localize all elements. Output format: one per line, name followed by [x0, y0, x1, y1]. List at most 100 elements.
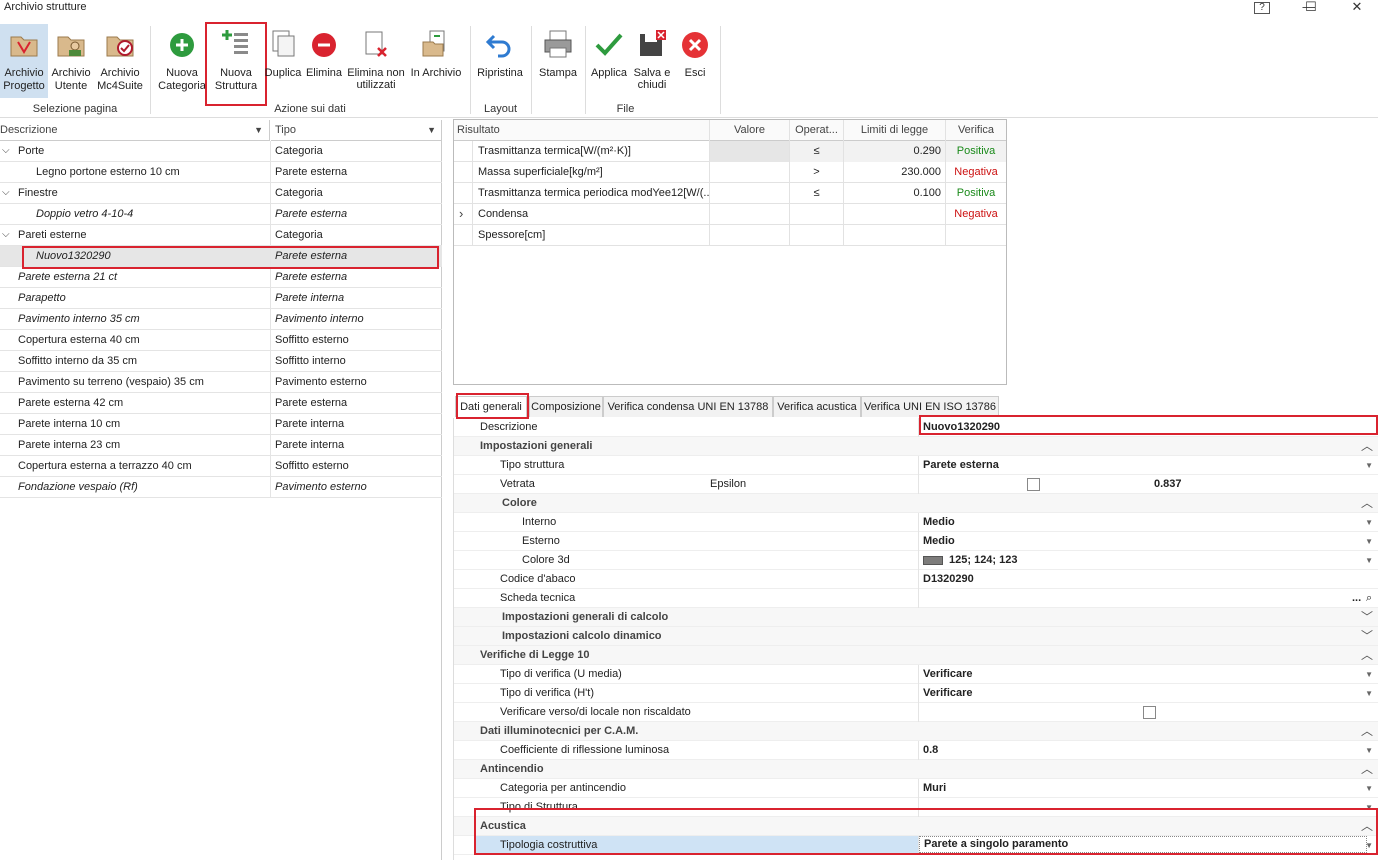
- tab-verifica-acustica[interactable]: Verifica acustica: [773, 396, 861, 417]
- prop-tipo-struttura[interactable]: Tipo struttura Parete esterna ▼: [454, 456, 1378, 475]
- prop-vetrata[interactable]: Vetrata Epsilon 0.837: [454, 475, 1378, 494]
- cell-tipo: Parete interna: [275, 292, 345, 304]
- chevron-down-icon[interactable]: ⌵: [2, 145, 10, 156]
- collapse-icon[interactable]: ︿: [1361, 722, 1373, 740]
- collapse-icon[interactable]: ︿: [1361, 494, 1373, 512]
- prop-codice-abaco[interactable]: Codice d'abaco D1320290: [454, 570, 1378, 589]
- expand-row-icon[interactable]: ›: [459, 204, 463, 224]
- cell-descrizione: Parete interna 23 cm: [18, 439, 121, 451]
- category-row[interactable]: ⌵ Finestre Categoria: [0, 183, 442, 204]
- column-divider: [270, 330, 271, 351]
- chevron-down-icon[interactable]: ⌵: [2, 229, 10, 240]
- section-antincendio[interactable]: Antincendio ︿: [454, 760, 1378, 779]
- table-row[interactable]: Soffitto interno da 35 cm Soffitto intern…: [0, 351, 442, 372]
- collapse-icon[interactable]: ︿: [1361, 437, 1373, 455]
- cell-tipo: Categoria: [275, 145, 323, 157]
- table-row[interactable]: Doppio vetro 4-10-4 Parete esterna: [0, 204, 442, 225]
- epsilon-value[interactable]: 0.837: [1154, 475, 1182, 493]
- table-row[interactable]: Copertura esterna a terrazzo 40 cm Soffit…: [0, 456, 442, 477]
- expand-icon[interactable]: ﹀: [1361, 627, 1373, 645]
- table-row[interactable]: Copertura esterna 40 cm Soffitto esterno: [0, 330, 442, 351]
- table-row[interactable]: Pavimento interno 35 cm Pavimento interno: [0, 309, 442, 330]
- dropdown-arrow-icon[interactable]: ▼: [1365, 685, 1373, 702]
- result-row[interactable]: › Condensa Negativa: [454, 204, 1006, 225]
- dropdown-arrow-icon[interactable]: ▼: [1365, 533, 1373, 550]
- table-row[interactable]: Parete esterna 21 ct Parete esterna: [0, 267, 442, 288]
- section-illuminotecnici[interactable]: Dati illuminotecnici per C.A.M. ︿: [454, 722, 1378, 741]
- filter-icon[interactable]: ▼: [427, 120, 436, 140]
- column-header-valore[interactable]: Valore: [710, 120, 790, 141]
- vetrata-checkbox[interactable]: [1027, 478, 1040, 491]
- collapse-icon[interactable]: ︿: [1361, 760, 1373, 778]
- help-button[interactable]: ?: [1254, 2, 1270, 14]
- cell-verifica: Positiva: [956, 187, 996, 199]
- result-row[interactable]: Massa superficiale[kg/m²] >230.000 Negativ…: [454, 162, 1006, 183]
- result-row[interactable]: Trasmittanza termica[W/(m²·K)] ≤0.290 Posi…: [454, 141, 1006, 162]
- dropdown-arrow-icon[interactable]: ▼: [1365, 552, 1373, 569]
- section-calcolo[interactable]: Impostazioni generali di calcolo ﹀: [454, 608, 1378, 627]
- row-indicator-divider: [472, 204, 473, 225]
- cell-operatore: [790, 225, 844, 246]
- dropdown-arrow-icon[interactable]: ▼: [1365, 742, 1373, 759]
- close-window-button[interactable]: ✕: [1342, 0, 1372, 16]
- prop-verifica-u[interactable]: Tipo di verifica (U media) Verificare ▼: [454, 665, 1378, 684]
- prop-esterno[interactable]: Esterno Medio ▼: [454, 532, 1378, 551]
- dropdown-arrow-icon[interactable]: ▼: [1365, 666, 1373, 683]
- chevron-down-icon[interactable]: ⌵: [2, 187, 10, 198]
- filter-icon[interactable]: ▼: [254, 120, 263, 140]
- dropdown-arrow-icon[interactable]: ▼: [1365, 780, 1373, 797]
- section-dinamico[interactable]: Impostazioni calcolo dinamico ﹀: [454, 627, 1378, 646]
- plus-circle-icon: [170, 33, 194, 57]
- section-colore[interactable]: Colore ︿: [454, 494, 1378, 513]
- tab-composizione[interactable]: Composizione: [529, 396, 603, 417]
- tab-verifica-uni[interactable]: Verifica UNI EN ISO 13786: [861, 396, 999, 417]
- color-swatch: [923, 555, 943, 565]
- prop-riflessione[interactable]: Coefficiente di riflessione luminosa 0.8…: [454, 741, 1378, 760]
- tab-verifica-condensa[interactable]: Verifica condensa UNI EN 13788: [603, 396, 773, 417]
- prop-cat-antincendio[interactable]: Categoria per antincendio Muri ▼: [454, 779, 1378, 798]
- dropdown-arrow-icon[interactable]: ▼: [1365, 514, 1373, 531]
- table-row[interactable]: Legno portone esterno 10 cm Parete estern…: [0, 162, 442, 183]
- cell-tipo: Parete esterna: [275, 271, 348, 283]
- cell-tipo: Categoria: [275, 187, 323, 199]
- prop-interno[interactable]: Interno Medio ▼: [454, 513, 1378, 532]
- column-header-limiti[interactable]: Limiti di legge: [844, 120, 946, 141]
- prop-non-riscaldato[interactable]: Verificare verso/di locale non riscaldat…: [454, 703, 1378, 722]
- section-legge10[interactable]: Verifiche di Legge 10 ︿: [454, 646, 1378, 665]
- dropdown-arrow-icon[interactable]: ▼: [1365, 457, 1373, 474]
- ellipsis-button[interactable]: ...: [1352, 589, 1361, 607]
- prop-scheda-tecnica[interactable]: Scheda tecnica ... ⌕: [454, 589, 1378, 608]
- column-header-verifica[interactable]: Verifica: [946, 120, 1006, 141]
- cell-verifica: Negativa: [954, 166, 998, 178]
- expand-icon[interactable]: ﹀: [1361, 608, 1373, 626]
- column-header-operatore[interactable]: Operat...: [790, 120, 844, 141]
- table-row[interactable]: Parapetto Parete interna: [0, 288, 442, 309]
- cell-descrizione: Pareti esterne: [18, 229, 87, 241]
- ribbon-separator: [720, 26, 721, 114]
- cell-descrizione: Parete esterna 21 ct: [18, 271, 118, 283]
- collapse-icon[interactable]: ︿: [1361, 646, 1373, 664]
- maximize-button[interactable]: ☐: [1296, 0, 1326, 16]
- search-icon[interactable]: ⌕: [1366, 589, 1372, 607]
- category-row[interactable]: ⌵ Pareti esterne Categoria: [0, 225, 442, 246]
- duplicate-icon: [272, 30, 295, 57]
- archivio-progetto-button[interactable]: Archivio Progetto: [0, 24, 48, 98]
- table-row[interactable]: Fondazione vespaio (Rf) Pavimento esterno: [0, 477, 442, 498]
- column-header-risultato[interactable]: Risultato: [454, 120, 710, 141]
- table-row[interactable]: Pavimento su terreno (vespaio) 35 cm Pavi…: [0, 372, 442, 393]
- cell-descrizione: Parete esterna 42 cm: [18, 397, 124, 409]
- result-row[interactable]: Trasmittanza termica periodica modYee12[…: [454, 183, 1006, 204]
- result-row[interactable]: Spessore[cm]: [454, 225, 1006, 246]
- column-divider: [270, 456, 271, 477]
- prop-verifica-h[interactable]: Tipo di verifica (H't) Verificare ▼: [454, 684, 1378, 703]
- column-header-descrizione[interactable]: Descrizione ▼: [0, 120, 270, 141]
- column-header-tipo[interactable]: Tipo ▼: [271, 120, 442, 141]
- table-row[interactable]: Parete interna 23 cm Parete interna: [0, 435, 442, 456]
- save-close-icon: [640, 30, 666, 56]
- category-row[interactable]: ⌵ Porte Categoria: [0, 141, 442, 162]
- table-row[interactable]: Parete interna 10 cm Parete interna: [0, 414, 442, 435]
- non-riscaldato-checkbox[interactable]: [1143, 706, 1156, 719]
- section-impostazioni-generali[interactable]: Impostazioni generali ︿: [454, 437, 1378, 456]
- prop-colore-3d[interactable]: Colore 3d 125; 124; 123 ▼: [454, 551, 1378, 570]
- table-row[interactable]: Parete esterna 42 cm Parete esterna: [0, 393, 442, 414]
